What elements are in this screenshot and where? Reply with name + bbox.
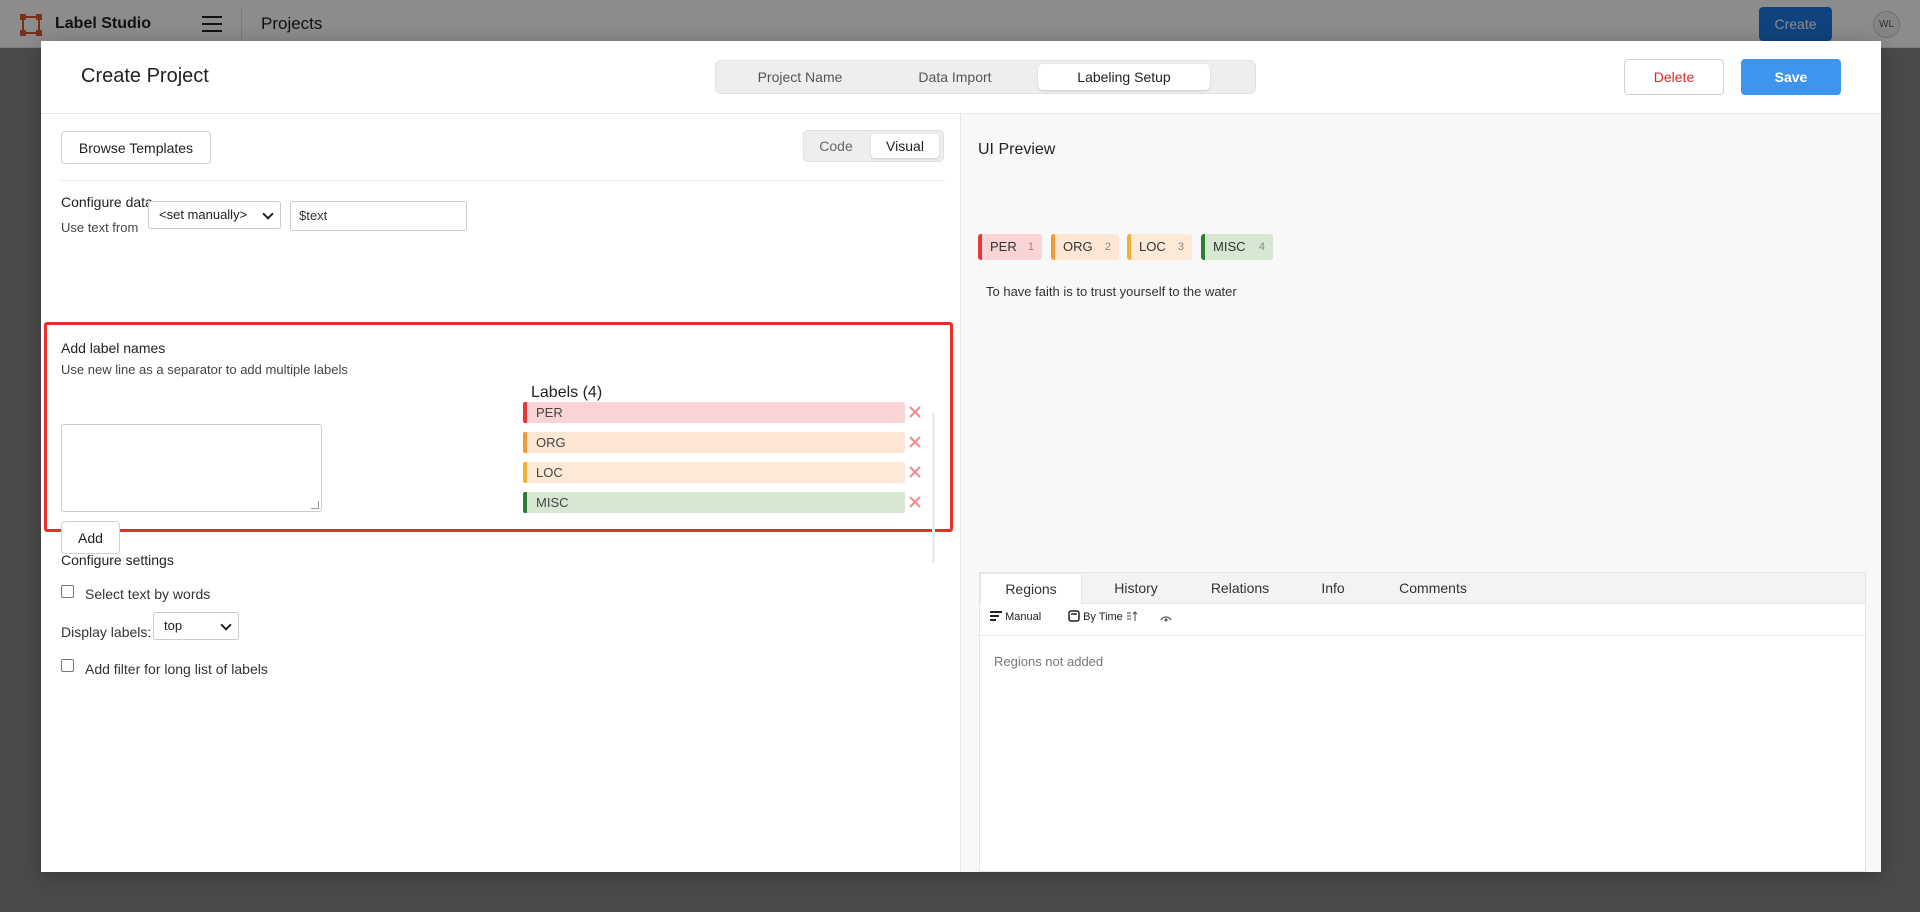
browse-templates-button[interactable]: Browse Templates [61, 131, 211, 164]
use-text-from-label: Use text from [61, 220, 139, 235]
remove-label-icon[interactable] [908, 402, 924, 423]
sort-ascending-icon[interactable] [1126, 610, 1138, 622]
display-labels-select-value: top [164, 618, 183, 633]
tab-data-import[interactable]: Data Import [880, 64, 1030, 90]
labels-list-title: Labels (4) [531, 384, 603, 401]
manual-label: Manual [1005, 611, 1042, 623]
regions-divider [980, 635, 1865, 636]
configure-settings-heading: Configure settings [61, 552, 174, 568]
tab-code[interactable]: Code [812, 134, 860, 158]
tag-name: PER [990, 239, 1017, 254]
tab-history[interactable]: History [1093, 573, 1179, 604]
filter-long-list-label: Add filter for long list of labels [85, 661, 268, 677]
tag-hotkey: 2 [1104, 241, 1111, 253]
tab-regions[interactable]: Regions [980, 573, 1082, 605]
ui-preview-title: UI Preview [978, 141, 1056, 158]
tab-relations[interactable]: Relations [1190, 573, 1290, 604]
regions-panel: Regions History Relations Info Comments … [979, 572, 1866, 872]
manual-order-button[interactable]: Manual [990, 607, 1041, 627]
select-by-words-label: Select text by words [85, 586, 211, 602]
display-labels-select[interactable]: top [153, 612, 239, 640]
chevron-down-icon [262, 208, 274, 220]
clock-icon [1068, 610, 1080, 622]
labels-scrollbar[interactable] [932, 413, 935, 563]
label-tag-misc[interactable]: MISC 4 [1201, 234, 1273, 260]
config-panel: Browse Templates Code Visual Configure d… [41, 114, 961, 872]
tab-visual[interactable]: Visual [871, 134, 939, 158]
modal-title: Create Project [81, 65, 209, 87]
by-time-order-button[interactable]: By Time [1068, 607, 1138, 627]
label-item[interactable]: MISC [523, 492, 905, 513]
data-value-input[interactable]: $text [290, 201, 467, 231]
tag-name: ORG [1063, 239, 1093, 254]
add-label-names-heading: Add label names [61, 340, 166, 356]
delete-button[interactable]: Delete [1624, 59, 1724, 95]
add-label-hint: Use new line as a separator to add multi… [61, 362, 348, 377]
label-item[interactable]: ORG [523, 432, 905, 453]
regions-tabs: Regions History Relations Info Comments [980, 573, 1865, 605]
label-item[interactable]: LOC [523, 462, 905, 483]
remove-label-icon[interactable] [908, 432, 924, 453]
create-project-modal: Create Project Project Name Data Import … [41, 41, 1881, 872]
data-source-select[interactable]: <set manually> [148, 201, 281, 229]
filter-long-list-checkbox[interactable] [61, 659, 74, 672]
add-labels-button[interactable]: Add [61, 521, 120, 554]
label-tag-loc[interactable]: LOC 3 [1127, 234, 1192, 260]
label-names-textarea[interactable] [61, 424, 322, 512]
tag-name: MISC [1213, 239, 1246, 254]
tag-hotkey: 4 [1258, 241, 1265, 253]
label-tag-per[interactable]: PER 1 [978, 234, 1042, 260]
tab-info[interactable]: Info [1298, 573, 1368, 604]
tag-hotkey: 1 [1027, 241, 1034, 253]
tag-name: LOC [1139, 239, 1166, 254]
remove-label-icon[interactable] [908, 462, 924, 483]
display-labels-label: Display labels: [61, 624, 152, 640]
tag-hotkey: 3 [1177, 241, 1184, 253]
label-item[interactable]: PER [523, 402, 905, 423]
list-order-icon [990, 611, 1002, 621]
tab-project-name[interactable]: Project Name [734, 64, 866, 90]
tab-labeling-setup[interactable]: Labeling Setup [1038, 64, 1210, 90]
resize-grip-icon[interactable] [311, 501, 319, 509]
tab-comments[interactable]: Comments [1378, 573, 1488, 604]
save-button[interactable]: Save [1741, 59, 1841, 95]
sample-text[interactable]: To have faith is to trust yourself to th… [986, 284, 1237, 299]
regions-empty-message: Regions not added [994, 654, 1104, 669]
divider [61, 180, 945, 181]
remove-label-icon[interactable] [908, 492, 924, 513]
data-source-select-value: <set manually> [159, 207, 248, 222]
ui-preview-panel: UI Preview PER 1 ORG 2 LOC 3 MISC 4 To h… [961, 114, 1881, 872]
step-tabs: Project Name Data Import Labeling Setup [715, 60, 1256, 94]
chevron-down-icon [220, 619, 232, 631]
select-by-words-checkbox[interactable] [61, 585, 74, 598]
configure-data-heading: Configure data [61, 194, 153, 210]
label-tag-org[interactable]: ORG 2 [1051, 234, 1119, 260]
modal-header: Create Project Project Name Data Import … [41, 41, 1881, 114]
by-time-label: By Time [1083, 611, 1123, 623]
view-mode-toggle: Code Visual [803, 130, 944, 162]
eye-icon[interactable] [1160, 614, 1172, 624]
